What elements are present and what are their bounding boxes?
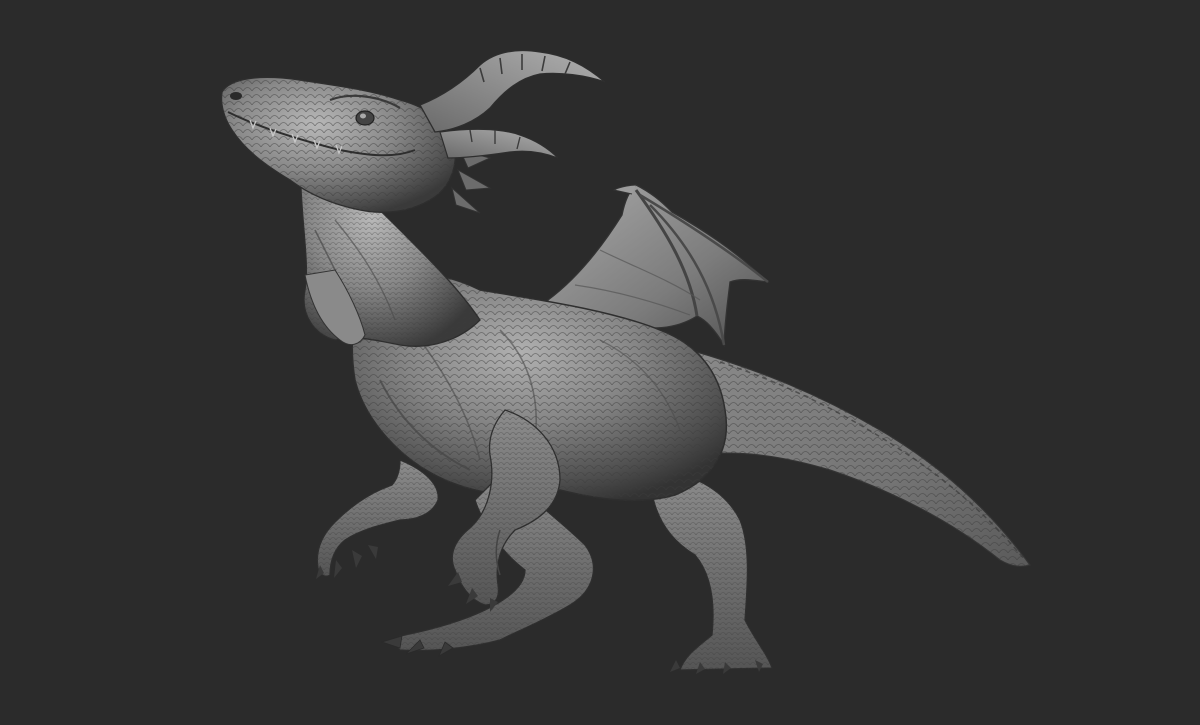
- front-arm-far: [316, 459, 439, 579]
- eye: [355, 110, 375, 126]
- hind-leg-far: [649, 469, 773, 674]
- horns: [419, 49, 606, 159]
- sculpt-viewport[interactable]: [0, 0, 1200, 725]
- nostril: [230, 92, 242, 100]
- dragon-sculpt-render: [220, 49, 1031, 674]
